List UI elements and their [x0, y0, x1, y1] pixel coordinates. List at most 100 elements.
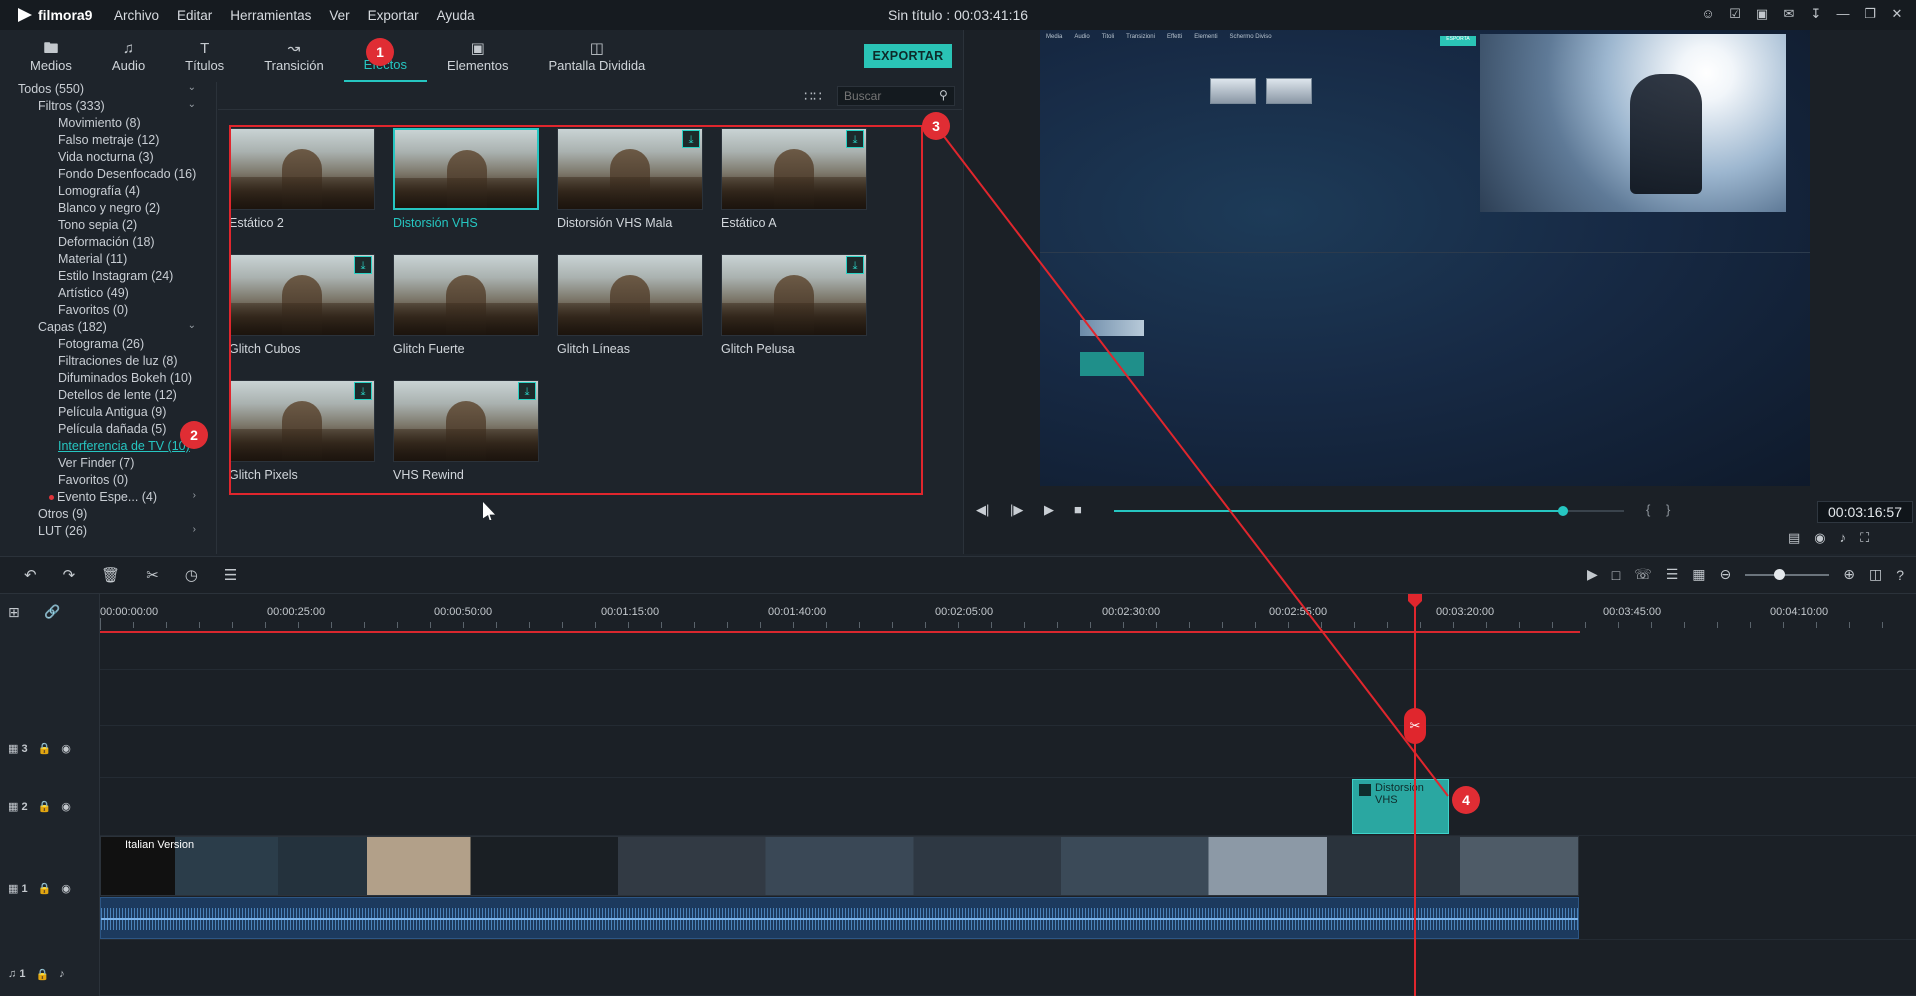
- fit-icon[interactable]: ▦: [1692, 566, 1705, 583]
- download-icon[interactable]: ⤓: [682, 130, 700, 148]
- effect-distorsion-vhs-mala[interactable]: ⤓ Distorsión VHS Mala: [557, 128, 703, 243]
- speed-icon[interactable]: ◷: [185, 566, 198, 584]
- stop-icon[interactable]: ■: [1074, 502, 1082, 517]
- redo-icon[interactable]: ↷: [63, 566, 76, 584]
- playhead[interactable]: [1414, 596, 1416, 996]
- lock-icon[interactable]: 🔒: [35, 968, 49, 981]
- chevron-right-icon[interactable]: ›: [193, 524, 196, 535]
- tab-medios[interactable]: 🖿 Medios: [10, 30, 92, 82]
- download-icon[interactable]: ⤓: [518, 382, 536, 400]
- effect-glitch-pelusa[interactable]: ⤓ Glitch Pelusa: [721, 254, 867, 369]
- playback-slider[interactable]: [1114, 506, 1624, 516]
- delete-icon[interactable]: 🗑: [101, 566, 120, 584]
- tree-item-estilo-instagram[interactable]: Estilo Instagram (24): [0, 269, 216, 286]
- chevron-down-icon[interactable]: ⌄: [188, 320, 196, 331]
- mail-icon[interactable]: ✉: [1782, 6, 1796, 22]
- search-input[interactable]: [837, 86, 955, 106]
- tree-item-tono-sepia[interactable]: Tono sepia (2): [0, 218, 216, 235]
- effect-glitch-fuerte[interactable]: Glitch Fuerte: [393, 254, 539, 369]
- speaker-icon[interactable]: ♪: [59, 968, 65, 981]
- menu-herramientas[interactable]: Herramientas: [230, 8, 311, 23]
- save-icon[interactable]: ▣: [1755, 6, 1769, 22]
- track-audio-1[interactable]: [100, 940, 1916, 996]
- effect-distorsion-vhs[interactable]: Distorsión VHS: [393, 128, 539, 243]
- effect-glitch-lineas[interactable]: Glitch Líneas: [557, 254, 703, 369]
- download-icon[interactable]: ⤓: [354, 382, 372, 400]
- effect-estatico-2[interactable]: Estático 2: [229, 128, 375, 243]
- eye-icon[interactable]: ◉: [61, 800, 71, 813]
- effect-estatico-a[interactable]: ⤓ Estático A: [721, 128, 867, 243]
- tree-item-deformacion[interactable]: Deformación (18): [0, 235, 216, 252]
- eye-icon[interactable]: ◉: [61, 882, 71, 895]
- help-icon[interactable]: ?: [1896, 567, 1904, 583]
- add-track-icon[interactable]: ⊞: [8, 604, 20, 621]
- lock-icon[interactable]: 🔒: [38, 742, 52, 755]
- tree-item-vida-nocturna[interactable]: Vida nocturna (3): [0, 150, 216, 167]
- tree-item-evento-especial[interactable]: Evento Espe... (4) ›: [0, 490, 216, 507]
- timeline-ruler[interactable]: 00:00:00:00 00:00:25:00 00:00:50:00 00:01:1…: [100, 594, 1916, 634]
- tab-audio[interactable]: ♫ Audio: [92, 30, 165, 82]
- snapshot-icon[interactable]: ◉: [1814, 530, 1825, 546]
- menu-exportar[interactable]: Exportar: [368, 8, 419, 23]
- tree-item-favoritos-capas[interactable]: Favoritos (0): [0, 473, 216, 490]
- tree-item-favoritos-filtros[interactable]: Favoritos (0): [0, 303, 216, 320]
- render-icon[interactable]: ▶: [1587, 566, 1598, 583]
- menu-archivo[interactable]: Archivo: [114, 8, 159, 23]
- menu-editar[interactable]: Editar: [177, 8, 212, 23]
- tab-pantalla-dividida[interactable]: ◫ Pantalla Dividida: [528, 30, 665, 82]
- effect-vhs-rewind[interactable]: ⤓ VHS Rewind: [393, 380, 539, 495]
- close-icon[interactable]: ✕: [1890, 6, 1904, 22]
- download-icon[interactable]: ⤓: [354, 256, 372, 274]
- layout-icon[interactable]: ◫: [1869, 566, 1882, 583]
- tree-item-lut[interactable]: LUT (26) ›: [0, 524, 216, 541]
- track-video-2[interactable]: [100, 778, 1916, 836]
- zoom-slider[interactable]: [1745, 568, 1830, 580]
- display-settings-icon[interactable]: ▤: [1788, 530, 1800, 546]
- adjust-icon[interactable]: ☰: [224, 566, 237, 584]
- tab-titulos[interactable]: T Títulos: [165, 30, 244, 82]
- cut-icon[interactable]: ✂: [146, 566, 159, 584]
- menu-ayuda[interactable]: Ayuda: [437, 8, 475, 23]
- lock-icon[interactable]: 🔒: [38, 882, 52, 895]
- fullscreen-icon[interactable]: ⛶: [1860, 530, 1869, 546]
- download-icon[interactable]: ⤓: [846, 130, 864, 148]
- menu-ver[interactable]: Ver: [329, 8, 349, 23]
- zoom-out-icon[interactable]: ⊖: [1720, 566, 1732, 583]
- tree-item-todos[interactable]: Todos (550) ⌄: [0, 82, 216, 99]
- effect-glitch-cubos[interactable]: ⤓ Glitch Cubos: [229, 254, 375, 369]
- playback-knob[interactable]: [1557, 506, 1568, 516]
- tree-item-fondo-desenfocado[interactable]: Fondo Desenfocado (16): [0, 167, 216, 184]
- mark-in-out-icon[interactable]: { }: [1646, 502, 1676, 517]
- effect-glitch-pixels[interactable]: ⤓ Glitch Pixels: [229, 380, 375, 495]
- tree-item-fotograma[interactable]: Fotograma (26): [0, 337, 216, 354]
- export-button[interactable]: EXPORTAR: [864, 44, 952, 68]
- tree-item-filtros[interactable]: Filtros (333) ⌄: [0, 99, 216, 116]
- split-scissors-icon[interactable]: ✂: [1404, 708, 1426, 744]
- download-icon[interactable]: ↧: [1809, 6, 1823, 22]
- restore-icon[interactable]: ❐: [1863, 6, 1877, 22]
- tree-item-otros[interactable]: Otros (9): [0, 507, 216, 524]
- prev-frame-icon[interactable]: ◀|: [976, 502, 989, 518]
- tree-item-pelicula-antigua[interactable]: Película Antigua (9): [0, 405, 216, 422]
- tree-item-movimiento[interactable]: Movimiento (8): [0, 116, 216, 133]
- tree-item-filtraciones-de-luz[interactable]: Filtraciones de luz (8): [0, 354, 216, 371]
- cart-icon[interactable]: ☑: [1728, 6, 1742, 22]
- tree-item-material[interactable]: Material (11): [0, 252, 216, 269]
- tab-elementos[interactable]: ▣ Elementos: [427, 30, 528, 82]
- chevron-down-icon[interactable]: ⌄: [188, 99, 196, 110]
- next-frame-icon[interactable]: |▶: [1010, 502, 1023, 518]
- zoom-knob[interactable]: [1773, 568, 1785, 580]
- download-icon[interactable]: ⤓: [846, 256, 864, 274]
- play-icon[interactable]: ▶: [1044, 502, 1054, 518]
- tree-item-ver-finder[interactable]: Ver Finder (7): [0, 456, 216, 473]
- search-icon[interactable]: ⚲: [939, 88, 948, 102]
- chevron-down-icon[interactable]: ⌄: [188, 82, 196, 93]
- lock-icon[interactable]: 🔒: [38, 800, 52, 813]
- microphone-icon[interactable]: ☏: [1634, 566, 1652, 583]
- voiceover-icon[interactable]: ☰: [1666, 566, 1679, 583]
- audio-waveform-clip[interactable]: [100, 897, 1579, 939]
- effect-clip-distorsion-vhs[interactable]: Distorsión VHS: [1352, 779, 1449, 834]
- marker-icon[interactable]: □: [1612, 567, 1620, 583]
- minimize-icon[interactable]: —: [1836, 6, 1850, 22]
- link-icon[interactable]: 🔗: [44, 604, 60, 620]
